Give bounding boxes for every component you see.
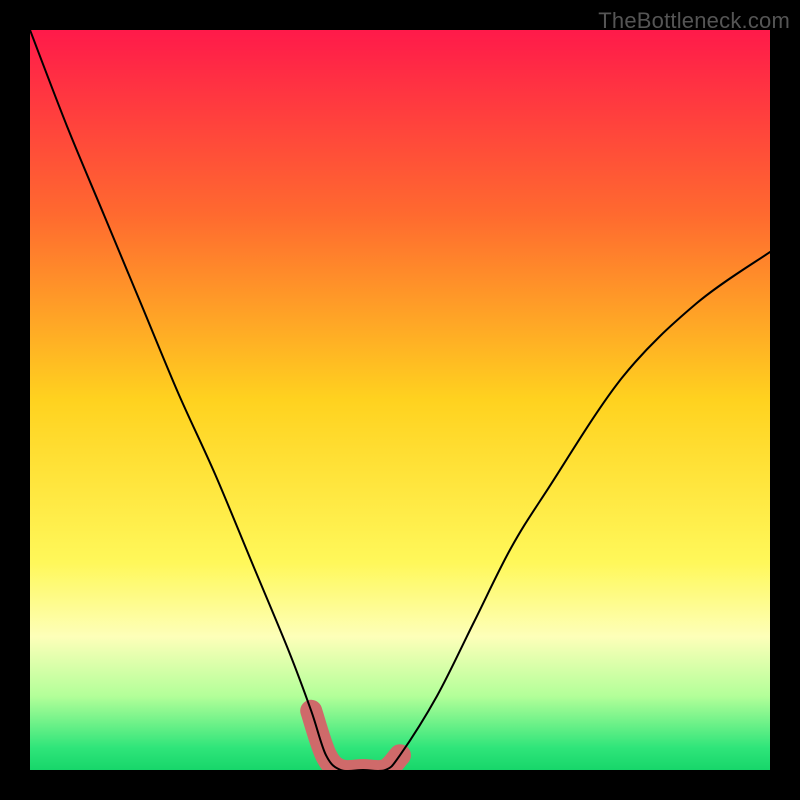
chart-svg bbox=[30, 30, 770, 770]
watermark-text: TheBottleneck.com bbox=[598, 8, 790, 34]
gradient-background bbox=[30, 30, 770, 770]
chart-frame bbox=[30, 30, 770, 770]
